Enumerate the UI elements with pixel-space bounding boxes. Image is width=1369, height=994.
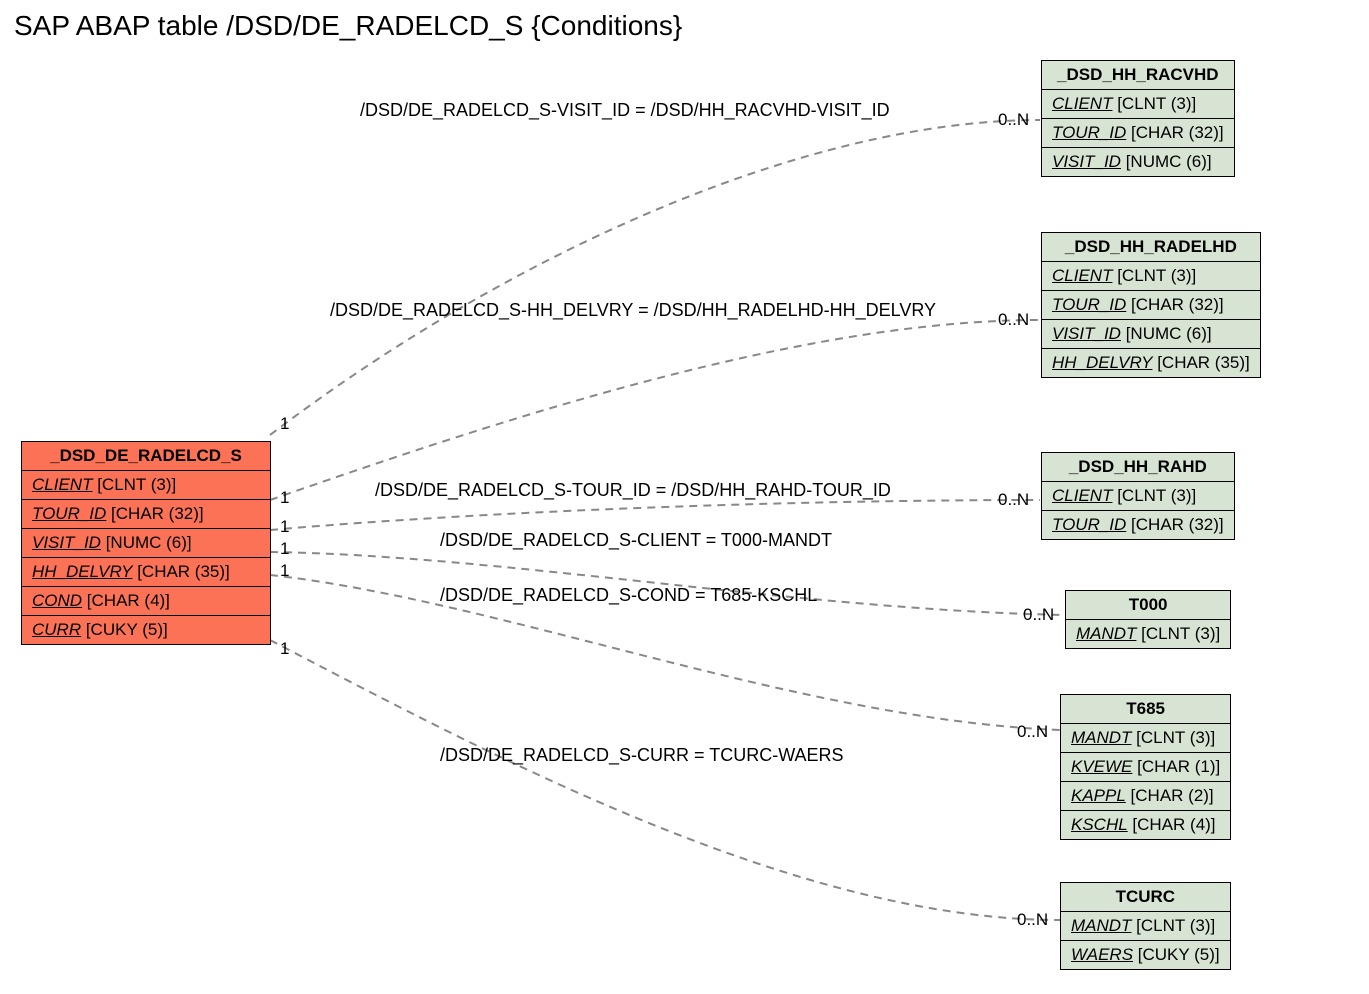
entity-field: WAERS [CUKY (5)]: [1061, 941, 1230, 969]
entity-field: TOUR_ID [CHAR (32)]: [1042, 291, 1260, 320]
field-type: [CLNT (3)]: [1136, 624, 1220, 643]
cardinality-right: 0..N: [998, 490, 1029, 510]
entity-field: KAPPL [CHAR (2)]: [1061, 782, 1230, 811]
field-type: [CUKY (5)]: [1133, 945, 1220, 964]
entity-header: _DSD_HH_RACVHD: [1042, 61, 1234, 90]
field-name: CLIENT: [1052, 94, 1112, 113]
field-type: [CHAR (32)]: [1126, 295, 1223, 314]
cardinality-left: 1: [280, 561, 289, 581]
entity-field: TOUR_ID [CHAR (32)]: [1042, 511, 1234, 539]
field-name: CLIENT: [1052, 266, 1112, 285]
entity-header: _DSD_HH_RADELHD: [1042, 233, 1260, 262]
field-type: [CHAR (32)]: [1126, 515, 1223, 534]
relation-label: /DSD/DE_RADELCD_S-CLIENT = T000-MANDT: [440, 530, 832, 551]
entity-field: HH_DELVRY [CHAR (35)]: [1042, 349, 1260, 377]
field-name: KSCHL: [1071, 815, 1128, 834]
field-name: WAERS: [1071, 945, 1133, 964]
entity-field: HH_DELVRY [CHAR (35)]: [22, 558, 270, 587]
field-name: TOUR_ID: [1052, 295, 1126, 314]
field-type: [CHAR (4)]: [1128, 815, 1216, 834]
cardinality-right: 0..N: [1023, 605, 1054, 625]
field-name: MANDT: [1076, 624, 1136, 643]
entity-ref: TCURCMANDT [CLNT (3)]WAERS [CUKY (5)]: [1060, 882, 1231, 970]
cardinality-right: 0..N: [998, 310, 1029, 330]
field-type: [CHAR (35)]: [1152, 353, 1249, 372]
relation-label: /DSD/DE_RADELCD_S-COND = T685-KSCHL: [440, 585, 817, 606]
entity-field: CURR [CUKY (5)]: [22, 616, 270, 644]
entity-main: _DSD_DE_RADELCD_S CLIENT [CLNT (3)]TOUR_…: [21, 441, 271, 645]
entity-field: TOUR_ID [CHAR (32)]: [1042, 119, 1234, 148]
field-name: TOUR_ID: [32, 504, 106, 523]
field-name: KVEWE: [1071, 757, 1132, 776]
field-type: [CLNT (3)]: [1112, 94, 1196, 113]
field-name: HH_DELVRY: [32, 562, 132, 581]
field-type: [CHAR (4)]: [82, 591, 170, 610]
field-type: [CLNT (3)]: [1131, 916, 1215, 935]
field-name: CLIENT: [1052, 486, 1112, 505]
field-type: [CLNT (3)]: [1112, 486, 1196, 505]
entity-field: KVEWE [CHAR (1)]: [1061, 753, 1230, 782]
field-name: MANDT: [1071, 916, 1131, 935]
field-type: [CHAR (35)]: [132, 562, 229, 581]
relation-label: /DSD/DE_RADELCD_S-HH_DELVRY = /DSD/HH_RA…: [330, 300, 936, 321]
field-type: [CLNT (3)]: [1131, 728, 1215, 747]
field-type: [NUMC (6)]: [101, 533, 192, 552]
field-type: [CHAR (32)]: [1126, 123, 1223, 142]
cardinality-right: 0..N: [1017, 722, 1048, 742]
entity-ref: T000MANDT [CLNT (3)]: [1065, 590, 1231, 649]
entity-header: _DSD_HH_RAHD: [1042, 453, 1234, 482]
cardinality-left: 1: [280, 539, 289, 559]
cardinality-right: 0..N: [998, 110, 1029, 130]
page-title: SAP ABAP table /DSD/DE_RADELCD_S {Condit…: [14, 10, 682, 42]
entity-field: CLIENT [CLNT (3)]: [1042, 262, 1260, 291]
field-name: TOUR_ID: [1052, 515, 1126, 534]
entity-ref: _DSD_HH_RACVHDCLIENT [CLNT (3)]TOUR_ID […: [1041, 60, 1235, 177]
entity-field: VISIT_ID [NUMC (6)]: [1042, 320, 1260, 349]
field-name: MANDT: [1071, 728, 1131, 747]
entity-ref: _DSD_HH_RADELHDCLIENT [CLNT (3)]TOUR_ID …: [1041, 232, 1261, 378]
field-type: [NUMC (6)]: [1121, 324, 1212, 343]
entity-ref: _DSD_HH_RAHDCLIENT [CLNT (3)]TOUR_ID [CH…: [1041, 452, 1235, 540]
relation-label: /DSD/DE_RADELCD_S-TOUR_ID = /DSD/HH_RAHD…: [375, 480, 891, 501]
field-name: KAPPL: [1071, 786, 1126, 805]
cardinality-left: 1: [280, 517, 289, 537]
relation-label: /DSD/DE_RADELCD_S-VISIT_ID = /DSD/HH_RAC…: [360, 100, 890, 121]
entity-header: T685: [1061, 695, 1230, 724]
entity-ref: T685MANDT [CLNT (3)]KVEWE [CHAR (1)]KAPP…: [1060, 694, 1231, 840]
field-name: VISIT_ID: [1052, 152, 1121, 171]
entity-field: CLIENT [CLNT (3)]: [1042, 90, 1234, 119]
entity-field: MANDT [CLNT (3)]: [1061, 912, 1230, 941]
cardinality-right: 0..N: [1017, 910, 1048, 930]
relation-label: /DSD/DE_RADELCD_S-CURR = TCURC-WAERS: [440, 745, 844, 766]
entity-field: KSCHL [CHAR (4)]: [1061, 811, 1230, 839]
entity-field: MANDT [CLNT (3)]: [1061, 724, 1230, 753]
entity-field: CLIENT [CLNT (3)]: [1042, 482, 1234, 511]
entity-header: T000: [1066, 591, 1230, 620]
cardinality-left: 1: [280, 488, 289, 508]
field-type: [CHAR (1)]: [1132, 757, 1220, 776]
field-type: [NUMC (6)]: [1121, 152, 1212, 171]
entity-header: _DSD_DE_RADELCD_S: [22, 442, 270, 471]
field-name: VISIT_ID: [32, 533, 101, 552]
field-name: TOUR_ID: [1052, 123, 1126, 142]
field-name: VISIT_ID: [1052, 324, 1121, 343]
entity-field: TOUR_ID [CHAR (32)]: [22, 500, 270, 529]
field-type: [CHAR (2)]: [1126, 786, 1214, 805]
field-type: [CLNT (3)]: [1112, 266, 1196, 285]
entity-field: MANDT [CLNT (3)]: [1066, 620, 1230, 648]
field-name: HH_DELVRY: [1052, 353, 1152, 372]
cardinality-left: 1: [280, 639, 289, 659]
entity-field: CLIENT [CLNT (3)]: [22, 471, 270, 500]
field-name: CURR: [32, 620, 81, 639]
field-type: [CUKY (5)]: [81, 620, 168, 639]
entity-field: VISIT_ID [NUMC (6)]: [1042, 148, 1234, 176]
field-type: [CLNT (3)]: [92, 475, 176, 494]
cardinality-left: 1: [280, 414, 289, 434]
entity-header: TCURC: [1061, 883, 1230, 912]
field-name: COND: [32, 591, 82, 610]
entity-field: COND [CHAR (4)]: [22, 587, 270, 616]
field-type: [CHAR (32)]: [106, 504, 203, 523]
entity-field: VISIT_ID [NUMC (6)]: [22, 529, 270, 558]
field-name: CLIENT: [32, 475, 92, 494]
